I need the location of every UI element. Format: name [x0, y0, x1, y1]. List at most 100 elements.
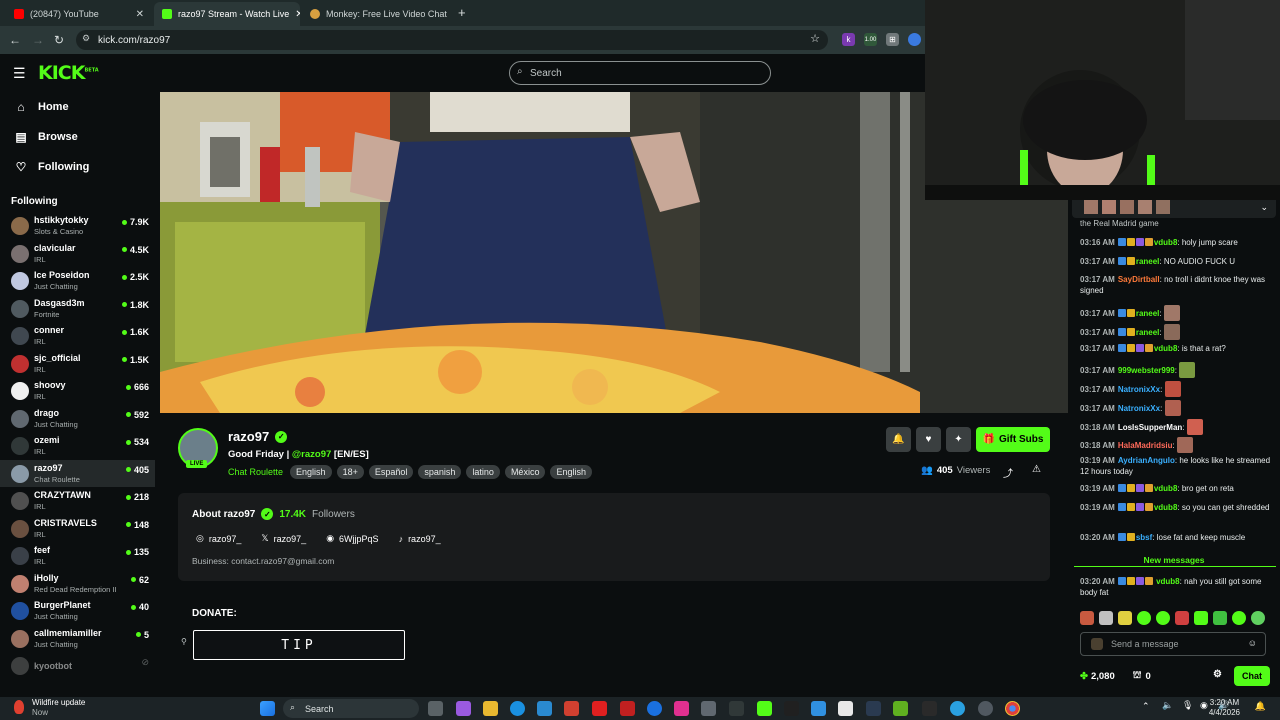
message-user[interactable]: raneel [1136, 328, 1160, 337]
menu-icon[interactable]: ☰ [13, 65, 26, 82]
extension-puzzle-icon[interactable]: ⊞ [886, 33, 899, 46]
message-user[interactable]: NatronixXx [1118, 404, 1160, 413]
chrome-icon[interactable] [1005, 701, 1020, 716]
chat-send-button[interactable]: Chat [1234, 666, 1270, 686]
sidebar-channel-sjc-official[interactable]: sjc_official IRL 1.5K [0, 350, 155, 377]
speaker-icon[interactable]: 🔈 [1162, 700, 1173, 711]
tag-chip[interactable]: México [504, 465, 546, 479]
message-user[interactable]: NatronixXx [1118, 385, 1160, 394]
chat-message-input[interactable]: Send a message ☺ [1080, 632, 1266, 656]
nav-following[interactable]: ♡ Following [14, 160, 90, 174]
network-icon[interactable]: ◉ [1200, 700, 1208, 711]
top-gifters-avatars[interactable] [1084, 200, 1194, 214]
tray-chevron-icon[interactable]: ⌃ [1142, 701, 1150, 712]
sidebar-channel-feef[interactable]: feef IRL 135 [0, 542, 155, 569]
epic-games-icon[interactable] [922, 701, 937, 716]
smiley-icon[interactable]: ☺ [1248, 638, 1257, 648]
steam-icon[interactable] [866, 701, 881, 716]
reload-icon[interactable]: ↻ [54, 33, 64, 47]
amazon-icon[interactable] [784, 701, 799, 716]
sidebar-channel-burgerplanet[interactable]: BurgerPlanet Just Chatting 40 [0, 597, 155, 624]
report-icon[interactable]: ⚠ [1032, 464, 1041, 475]
message-user[interactable]: SayDirtball [1118, 275, 1160, 284]
close-tab-icon[interactable]: ✕ [295, 9, 300, 20]
message-user[interactable]: vdub8 [1154, 503, 1178, 512]
tag-chip[interactable]: English [290, 465, 332, 479]
emote-icon[interactable] [1118, 611, 1132, 625]
sidebar-channel-kyootbot[interactable]: kyootbot ⊘ [0, 652, 155, 679]
back-icon[interactable]: ← [9, 33, 21, 47]
site-info-icon[interactable]: ⚙ [82, 33, 90, 44]
sidebar-channel-callmemiamiller[interactable]: callmemiamiller Just Chatting 5 [0, 625, 155, 652]
nvidia-icon[interactable] [893, 701, 908, 716]
app-icon[interactable] [701, 701, 716, 716]
gift-subs-button[interactable]: 🎁 Gift Subs [976, 427, 1050, 452]
extension-k-icon[interactable]: k [842, 33, 855, 46]
subscribe-button[interactable]: ✦ [946, 427, 971, 452]
app-icon[interactable] [978, 701, 993, 716]
tab-kick[interactable]: razo97 Stream - Watch Live ✕ [154, 2, 300, 26]
notification-icon[interactable]: 🔔 [1255, 701, 1266, 712]
nav-browse[interactable]: ▤ Browse [14, 130, 77, 144]
message-user[interactable]: HalaMadridsiu [1118, 441, 1173, 450]
youtube-icon[interactable] [592, 701, 607, 716]
message-user[interactable]: vdub8 [1154, 238, 1178, 247]
emote-icon[interactable] [1137, 611, 1151, 625]
facebook-icon[interactable] [647, 701, 662, 716]
tag-chip[interactable]: latino [466, 465, 500, 479]
emote-icon[interactable] [1213, 611, 1227, 625]
taskbar-search[interactable]: ⌕ Search [283, 699, 419, 718]
nav-home[interactable]: ⌂ Home [14, 100, 68, 114]
social-tiktok[interactable]: ♪ razo97_ [399, 533, 441, 544]
sidebar-channel-iholly[interactable]: iHolly Red Dead Redemption II 62 [0, 570, 155, 597]
sidebar-channel-clavicular[interactable]: clavicular IRL 4.5K [0, 240, 155, 267]
sidebar-channel-cristravels[interactable]: CRISTRAVELS IRL 148 [0, 515, 155, 542]
tag-chip[interactable]: spanish [418, 465, 462, 479]
emote-icon[interactable] [1156, 611, 1170, 625]
close-tab-icon[interactable]: ✕ [136, 9, 144, 20]
emote-picker-icon[interactable] [1091, 638, 1103, 650]
message-user[interactable]: vdub8 [1154, 484, 1178, 493]
emote-icon[interactable] [1194, 611, 1208, 625]
emote-icon[interactable] [1232, 611, 1246, 625]
extension-meter-icon[interactable]: 1.00 [864, 33, 877, 46]
sidebar-channel-dasgasd3m[interactable]: Dasgasd3m Fortnite 1.8K [0, 295, 155, 322]
message-user[interactable]: sbsf [1136, 533, 1152, 542]
office-icon[interactable] [564, 701, 579, 716]
follow-button[interactable]: ♥ [916, 427, 941, 452]
message-user[interactable]: AydrianAngulo [1118, 456, 1175, 465]
social-discord[interactable]: ◉ 6WjjpPqS [326, 533, 378, 544]
tab-monkey[interactable]: Monkey: Free Live Video Chat ✕ [302, 2, 450, 26]
points-count[interactable]: 2,080 [1091, 671, 1115, 682]
gift-count[interactable]: 0 [1145, 671, 1150, 682]
app-icon[interactable] [729, 701, 744, 716]
sidebar-channel-shoovy[interactable]: shoovy IRL 666 [0, 377, 155, 404]
message-user[interactable]: raneel [1136, 257, 1160, 266]
instagram-icon[interactable] [674, 701, 689, 716]
sidebar-channel-crazytawn[interactable]: CRAZYTAWN IRL 218 [0, 487, 155, 514]
sidebar-channel-conner[interactable]: conner IRL 1.6K [0, 322, 155, 349]
share-icon[interactable]: ⤴ [1003, 465, 1013, 480]
new-messages-divider[interactable]: New messages [1068, 555, 1280, 565]
message-user[interactable]: 999webster999 [1118, 366, 1175, 375]
category-link[interactable]: Chat Roulette [228, 467, 283, 477]
url-field[interactable]: ⚙ kick.com/razo97 ☆ [76, 30, 828, 50]
store-icon[interactable] [537, 701, 552, 716]
bookmark-star-icon[interactable]: ☆ [810, 32, 820, 45]
kick-logo[interactable]: KICKBETA [38, 62, 99, 84]
notification-bell-button[interactable]: 🔔 [886, 427, 911, 452]
title-handle[interactable]: @razo97 [292, 449, 331, 460]
app-icon[interactable] [811, 701, 826, 716]
new-tab-icon[interactable]: + [458, 5, 466, 20]
profile-icon[interactable] [908, 33, 921, 46]
windows-start-icon[interactable] [260, 701, 275, 716]
sidebar-channel-drago[interactable]: drago Just Chatting 592 [0, 405, 155, 432]
social-x[interactable]: 𝕏razo97_ [261, 533, 306, 544]
sidebar-channel-ozemi[interactable]: ozemi IRL 534 [0, 432, 155, 459]
emote-icon[interactable] [1251, 611, 1265, 625]
mic-icon[interactable]: 🎙 [1182, 700, 1193, 711]
edge-icon[interactable] [510, 701, 525, 716]
forward-icon[interactable]: → [32, 33, 44, 47]
telegram-icon[interactable] [950, 701, 965, 716]
tag-chip[interactable]: 18+ [336, 465, 364, 479]
